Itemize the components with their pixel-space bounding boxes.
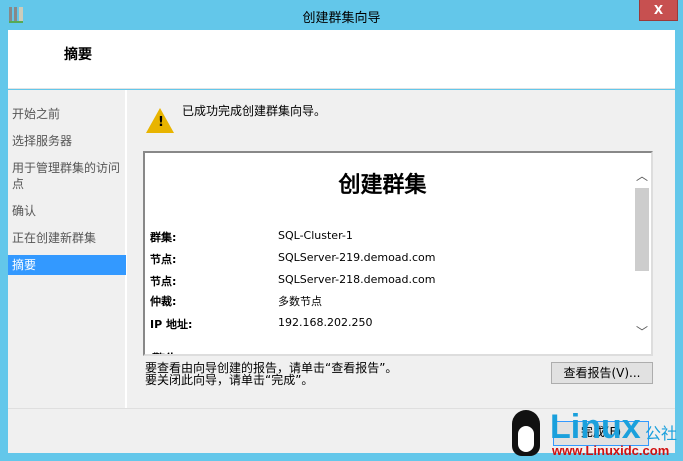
wizard-header: 摘要 xyxy=(8,30,675,89)
watermark-cn: 公社 xyxy=(645,424,678,443)
report-next-heading: 警告 xyxy=(152,349,178,354)
report-title: 创建群集 xyxy=(338,173,427,198)
step-select-servers[interactable]: 选择服务器 xyxy=(8,131,126,151)
title-bar: 创建群集向导 X xyxy=(0,0,683,30)
row-key: 群集: xyxy=(150,231,177,244)
view-report-button[interactable]: 查看报告(V)... xyxy=(551,362,653,384)
watermark-url: www.Linuxidc.com xyxy=(552,443,670,458)
watermark-logo: Linux 公社 www.Linuxidc.com xyxy=(510,408,683,461)
row-key: 节点: xyxy=(150,275,177,288)
row-value: SQL-Cluster-1 xyxy=(278,229,353,242)
row-key: IP 地址: xyxy=(150,318,193,331)
watermark-brand: Linux xyxy=(550,408,641,446)
vertical-scrollbar[interactable]: ︿ ﹀ xyxy=(633,153,651,354)
row-value: SQLServer-219.demoad.com xyxy=(278,251,436,264)
row-value: SQLServer-218.demoad.com xyxy=(278,273,436,286)
hint-finish: 要关闭此向导，请单击“完成”。 xyxy=(145,373,314,387)
wizard-steps: 开始之前 选择服务器 用于管理群集的访问点 确认 正在创建新群集 摘要 xyxy=(8,90,127,408)
step-creating[interactable]: 正在创建新群集 xyxy=(8,228,126,248)
wizard-body: 开始之前 选择服务器 用于管理群集的访问点 确认 正在创建新群集 摘要 ! 已成… xyxy=(8,90,675,453)
step-confirm[interactable]: 确认 xyxy=(8,201,126,221)
scroll-down-icon[interactable]: ﹀ xyxy=(636,323,648,340)
report-view: 创建群集 群集: SQL-Cluster-1 节点: SQLServer-219.d… xyxy=(143,151,653,356)
row-key: 仲裁: xyxy=(150,295,177,308)
instructions: 要查看由向导创建的报告，请单击“查看报告”。 要关闭此向导，请单击“完成”。 xyxy=(145,362,397,386)
scroll-thumb[interactable] xyxy=(635,188,649,271)
step-before-you-begin[interactable]: 开始之前 xyxy=(8,104,126,124)
scroll-up-icon[interactable]: ︿ xyxy=(636,167,648,184)
step-summary[interactable]: 摘要 xyxy=(8,255,126,275)
step-access-point[interactable]: 用于管理群集的访问点 xyxy=(8,158,126,194)
success-message: 已成功完成创建群集向导。 xyxy=(182,104,327,118)
penguin-icon xyxy=(512,410,540,456)
row-value: 192.168.202.250 xyxy=(278,316,373,329)
row-value: 多数节点 xyxy=(278,295,322,308)
window-title: 创建群集向导 xyxy=(302,11,381,26)
row-key: 节点: xyxy=(150,253,177,266)
warning-icon: ! xyxy=(146,108,174,133)
page-title: 摘要 xyxy=(64,47,92,63)
close-button[interactable]: X xyxy=(639,0,678,21)
